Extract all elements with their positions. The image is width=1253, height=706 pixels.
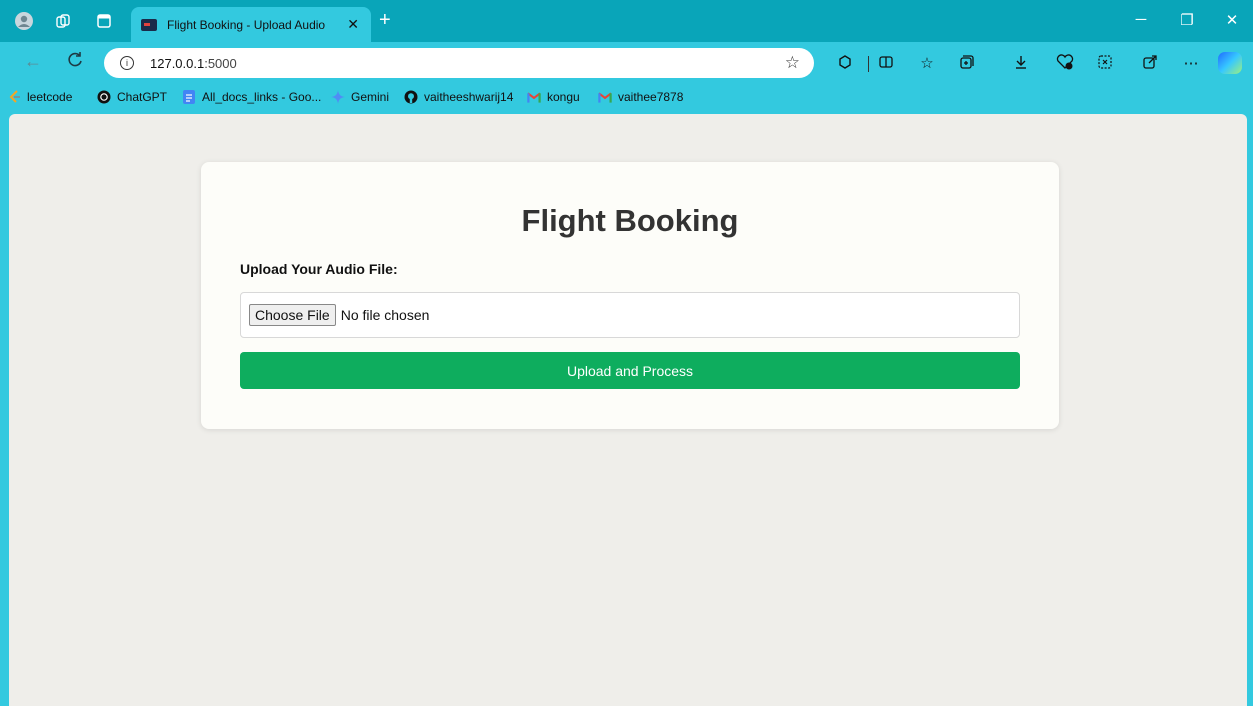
address-bar[interactable]: i 127.0.0.1:5000 ☆ xyxy=(104,48,814,78)
more-options-icon[interactable]: ⋯ xyxy=(1182,54,1200,72)
gmail-icon xyxy=(527,90,541,104)
close-window-button[interactable]: ✕ xyxy=(1222,11,1242,29)
upload-and-process-button[interactable]: Upload and Process xyxy=(240,352,1020,389)
screenshot-icon[interactable] xyxy=(1096,54,1114,74)
bookmark-label: vaitheeshwarij14 xyxy=(424,90,514,104)
refresh-icon[interactable] xyxy=(66,51,84,74)
page-viewport: Flight Booking Upload Your Audio File: C… xyxy=(9,114,1247,706)
tab-bar: Flight Booking - Upload Audio ✕ + ─ ❐ ✕ xyxy=(0,0,1253,42)
bookmark-label: ChatGPT xyxy=(117,90,168,104)
leetcode-icon xyxy=(7,90,21,104)
bookmark-chatgpt[interactable]: ChatGPT xyxy=(97,90,167,104)
page-title: Flight Booking xyxy=(521,203,739,238)
file-status: No file chosen xyxy=(340,307,430,323)
profile-icon[interactable] xyxy=(14,11,34,31)
tab-title: Flight Booking - Upload Audio xyxy=(167,17,326,32)
bookmark-gemini[interactable]: Gemini xyxy=(331,90,389,104)
bookmark-label: vaithee7878 xyxy=(618,90,684,104)
bookmark-leetcode[interactable]: leetcode xyxy=(7,90,72,104)
bookmark-kongu[interactable]: kongu xyxy=(527,90,580,104)
workspaces-icon[interactable] xyxy=(53,11,73,31)
site-info-icon[interactable]: i xyxy=(120,56,134,70)
github-icon xyxy=(404,90,418,104)
active-tab[interactable]: Flight Booking - Upload Audio ✕ xyxy=(131,7,371,42)
bookmark-docs[interactable]: All_docs_links - Goo... xyxy=(182,90,321,104)
browser-essentials-icon[interactable] xyxy=(1056,54,1074,74)
favorite-star-icon[interactable]: ☆ xyxy=(785,53,800,73)
address-port: :5000 xyxy=(204,55,237,71)
minimize-button[interactable]: ─ xyxy=(1131,11,1151,28)
file-input[interactable]: Choose File No file chosen xyxy=(240,292,1020,338)
bookmark-label: leetcode xyxy=(27,90,73,104)
new-tab-button[interactable]: + xyxy=(379,10,391,30)
tab-actions-icon[interactable] xyxy=(94,11,114,31)
address-url: 127.0.0.1:5000 xyxy=(150,56,237,71)
collections-icon[interactable] xyxy=(957,54,975,74)
extensions-icon[interactable] xyxy=(836,54,854,74)
chatgpt-icon xyxy=(97,90,111,104)
close-tab-icon[interactable]: ✕ xyxy=(347,16,359,33)
bookmarks-bar: leetcode ChatGPT All_docs_links - Goo...… xyxy=(0,84,1253,112)
favorites-icon[interactable]: ☆ xyxy=(918,54,936,72)
browser-toolbar: ← i 127.0.0.1:5000 ☆ ☆ ⋯ xyxy=(0,42,1253,84)
address-host: 127.0.0.1 xyxy=(150,55,205,71)
restore-button[interactable]: ❐ xyxy=(1177,11,1197,29)
bookmark-label: kongu xyxy=(547,90,580,104)
downloads-icon[interactable] xyxy=(1012,54,1030,74)
docs-icon xyxy=(182,90,196,104)
back-icon[interactable]: ← xyxy=(24,51,42,72)
bookmark-github[interactable]: vaitheeshwarij14 xyxy=(404,90,513,104)
terminal-favicon-icon xyxy=(141,18,157,31)
bookmark-label: All_docs_links - Goo... xyxy=(202,90,322,104)
gmail-icon xyxy=(598,90,612,104)
upload-label: Upload Your Audio File: xyxy=(240,261,398,277)
gemini-icon xyxy=(331,90,345,104)
choose-file-button[interactable]: Choose File xyxy=(249,304,336,326)
split-screen-icon[interactable] xyxy=(877,54,895,74)
copilot-icon[interactable] xyxy=(1218,52,1242,74)
bookmark-vaithee7878[interactable]: vaithee7878 xyxy=(598,90,683,104)
bookmark-label: Gemini xyxy=(351,90,390,104)
toolbar-separator xyxy=(868,56,869,72)
upload-card: Flight Booking Upload Your Audio File: C… xyxy=(201,162,1059,429)
share-icon[interactable] xyxy=(1141,54,1159,74)
